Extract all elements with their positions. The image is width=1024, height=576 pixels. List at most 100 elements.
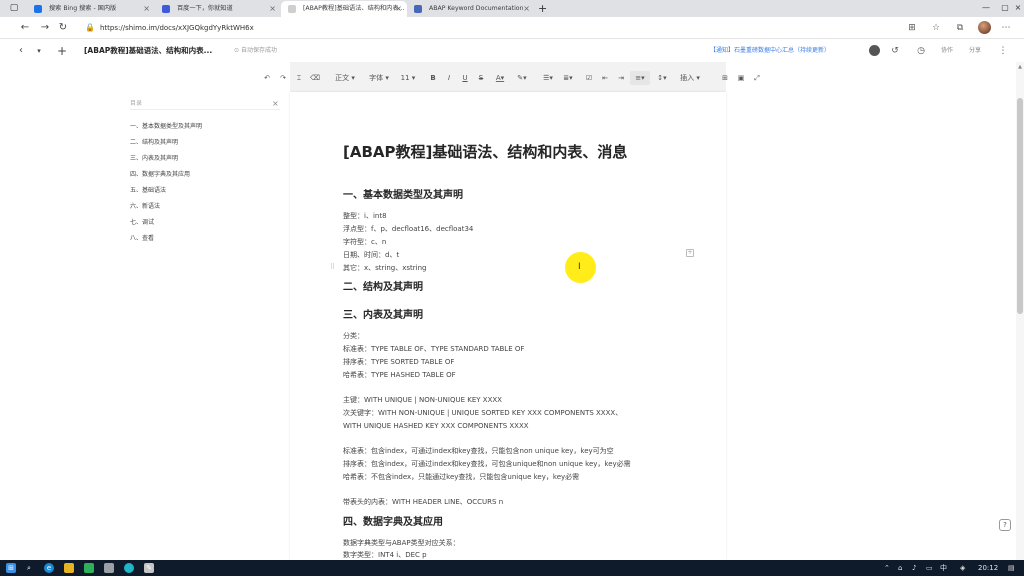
close-icon[interactable]: ×	[395, 1, 402, 17]
history-icon[interactable]: ↺	[889, 45, 901, 57]
paragraph-line[interactable]: 分类：	[343, 331, 364, 341]
font-dropdown[interactable]: 字体 ▾	[368, 71, 390, 85]
tab-abap-keyword-doc[interactable]: ABAP Keyword Documentation ×	[407, 1, 535, 17]
toc-item-7[interactable]: 七、调试	[130, 218, 154, 228]
timer-icon[interactable]: ◷	[915, 45, 927, 57]
paragraph-line[interactable]: 数字类型：INT4 i、DEC p	[343, 550, 427, 560]
minimize-icon[interactable]: —	[976, 0, 996, 16]
toc-item-4[interactable]: 四、数据字典及其应用	[130, 170, 190, 180]
start-windows-icon[interactable]: ⊞	[6, 563, 16, 573]
paragraph-line[interactable]: 主键：WITH UNIQUE | NON-UNIQUE KEY XXXX	[343, 395, 502, 405]
paragraph-line[interactable]: 哈希表：TYPE HASHED TABLE OF	[343, 370, 456, 380]
notice-link[interactable]: 【通知】石墨重磅数据中心汇总（持续更新）	[710, 45, 830, 57]
text-color-icon[interactable]: A▾	[492, 71, 508, 85]
paragraph-line[interactable]: 排序表：TYPE SORTED TABLE OF	[343, 357, 454, 367]
paragraph-line[interactable]: 数据字典类型与ABAP类型对应关系：	[343, 538, 460, 548]
back-arrow-icon[interactable]: ‹	[15, 45, 27, 57]
document-title[interactable]: [ABAP教程]基础语法、结构和内表、消息	[343, 142, 627, 162]
paragraph-line[interactable]: 排序表：包含index，可通过index和key查找，可包含unique和non…	[343, 459, 631, 469]
tray-app-icon[interactable]: ◈	[960, 562, 965, 574]
format-painter-icon[interactable]: ⌶	[294, 71, 304, 85]
paragraph-line[interactable]: 日期、时间：d、t	[343, 250, 399, 260]
edge-browser-icon[interactable]: e	[44, 563, 54, 573]
insert-dropdown[interactable]: 插入 ▾	[680, 71, 700, 85]
toc-item-8[interactable]: 八、查看	[130, 234, 154, 244]
line-spacing-icon[interactable]: ↕▾	[654, 71, 670, 85]
chevron-down-icon[interactable]: ▾	[33, 45, 45, 57]
share-button[interactable]: 分享	[969, 45, 981, 57]
paragraph-line[interactable]: 整型：i、int8	[343, 211, 387, 221]
url-field[interactable]: https://shimo.im/docs/xXJGQkgdYyRktWH6x	[100, 22, 254, 34]
tab-baidu[interactable]: 百度一下，你就知道 ×	[155, 1, 281, 17]
help-icon[interactable]: ?	[999, 519, 1011, 531]
tray-battery-icon[interactable]: ▭	[926, 562, 933, 574]
doc-title[interactable]: [ABAP教程]基础语法、结构和内表...	[84, 45, 212, 57]
align-dropdown[interactable]: ≡▾	[630, 71, 650, 85]
paragraph-line[interactable]: 浮点型：f、p、decfloat16、decfloat34	[343, 224, 473, 234]
toc-item-5[interactable]: 五、基础语法	[130, 186, 166, 196]
toc-search-input[interactable]: 目录	[130, 98, 280, 110]
paragraph-line[interactable]: 标准表：包含index，可通过index和key查找，只能包含non uniqu…	[343, 446, 614, 456]
paragraph-line[interactable]: 其它：x、string、xstring	[343, 263, 426, 273]
tray-network-icon[interactable]: ⌂	[898, 562, 902, 574]
lock-icon[interactable]: 🔒	[83, 21, 97, 35]
new-tab-button[interactable]: +	[538, 1, 547, 16]
scrollbar-thumb[interactable]	[1017, 98, 1023, 314]
highlight-icon[interactable]: ✎▾	[514, 71, 530, 85]
extension-icon[interactable]: ⊞	[906, 22, 918, 34]
close-icon[interactable]: ×	[143, 1, 150, 17]
bullet-list-icon[interactable]: ≣▾	[560, 71, 576, 85]
app-grey-icon[interactable]	[104, 563, 114, 573]
drag-handle-icon[interactable]: ⠿	[330, 263, 335, 271]
collab-button[interactable]: 协作	[941, 45, 953, 57]
heading-section-3[interactable]: 三、内表及其声明	[343, 309, 423, 323]
app-cyan-icon[interactable]	[124, 563, 134, 573]
close-toc-icon[interactable]: ×	[272, 99, 279, 109]
forward-icon[interactable]: →	[38, 21, 52, 35]
clock-time[interactable]: 20:12	[978, 562, 998, 574]
paragraph-line[interactable]: 标准表：TYPE TABLE OF、TYPE STANDARD TABLE OF	[343, 344, 524, 354]
notification-icon[interactable]: ▤	[1008, 562, 1015, 574]
search-icon[interactable]: ⌕	[24, 563, 34, 573]
checklist-icon[interactable]: ☑	[584, 71, 594, 85]
underline-icon[interactable]: U	[460, 71, 470, 85]
font-size-dropdown[interactable]: 11 ▾	[398, 71, 418, 85]
heading-section-2[interactable]: 二、结构及其声明	[343, 281, 423, 295]
scroll-up-icon[interactable]: ▲	[1016, 63, 1024, 71]
close-icon[interactable]: ×	[269, 1, 276, 17]
tab-abap-doc-active[interactable]: [ABAP教程]基础语法、结构和内表... ×	[281, 1, 407, 17]
profile-avatar[interactable]	[978, 21, 991, 34]
toc-item-3[interactable]: 三、内表及其声明	[130, 154, 178, 164]
more-options-icon[interactable]: ⋮	[997, 45, 1009, 57]
tray-volume-icon[interactable]: ♪	[912, 562, 916, 574]
image-icon[interactable]: ▣	[736, 71, 746, 85]
collections-icon[interactable]: ⧉	[954, 22, 966, 34]
indent-increase-icon[interactable]: ⇥	[616, 71, 626, 85]
paragraph-line[interactable]: 次关键字：WITH NON-UNIQUE | UNIQUE SORTED KEY…	[343, 408, 622, 418]
paragraph-style-dropdown[interactable]: 正文 ▾	[334, 71, 356, 85]
fullscreen-icon[interactable]: ⤢	[752, 71, 762, 85]
close-window-icon[interactable]: ×	[1008, 0, 1024, 16]
file-explorer-icon[interactable]	[64, 563, 74, 573]
indent-decrease-icon[interactable]: ⇤	[600, 71, 610, 85]
strikethrough-icon[interactable]: S	[476, 71, 486, 85]
bold-icon[interactable]: B	[428, 71, 438, 85]
redo-icon[interactable]: ↷	[278, 71, 288, 85]
toc-item-2[interactable]: 二、结构及其声明	[130, 138, 178, 148]
tray-ime-icon[interactable]: 中	[940, 562, 947, 574]
toc-item-6[interactable]: 六、新语法	[130, 202, 160, 212]
table-icon[interactable]: ⊞	[720, 71, 730, 85]
browser-menu-icon[interactable]: ⋯	[1000, 22, 1012, 34]
back-icon[interactable]: ←	[18, 21, 32, 35]
italic-icon[interactable]: I	[444, 71, 454, 85]
new-doc-plus-icon[interactable]: +	[56, 45, 68, 57]
add-comment-icon[interactable]: +	[686, 249, 694, 257]
refresh-icon[interactable]: ↻	[56, 21, 70, 35]
heading-section-1[interactable]: 一、基本数据类型及其声明	[343, 189, 463, 203]
window-menu-icon[interactable]: ▢	[8, 3, 20, 14]
collaborator-avatar[interactable]	[869, 45, 880, 56]
paragraph-line[interactable]: 带表头的内表：WITH HEADER LINE、OCCURS n	[343, 497, 503, 507]
clear-format-icon[interactable]: ⌫	[310, 71, 320, 85]
ordered-list-icon[interactable]: ☰▾	[540, 71, 556, 85]
paragraph-line[interactable]: WITH UNIQUE HASHED KEY XXX COMPONENTS XX…	[343, 421, 529, 431]
